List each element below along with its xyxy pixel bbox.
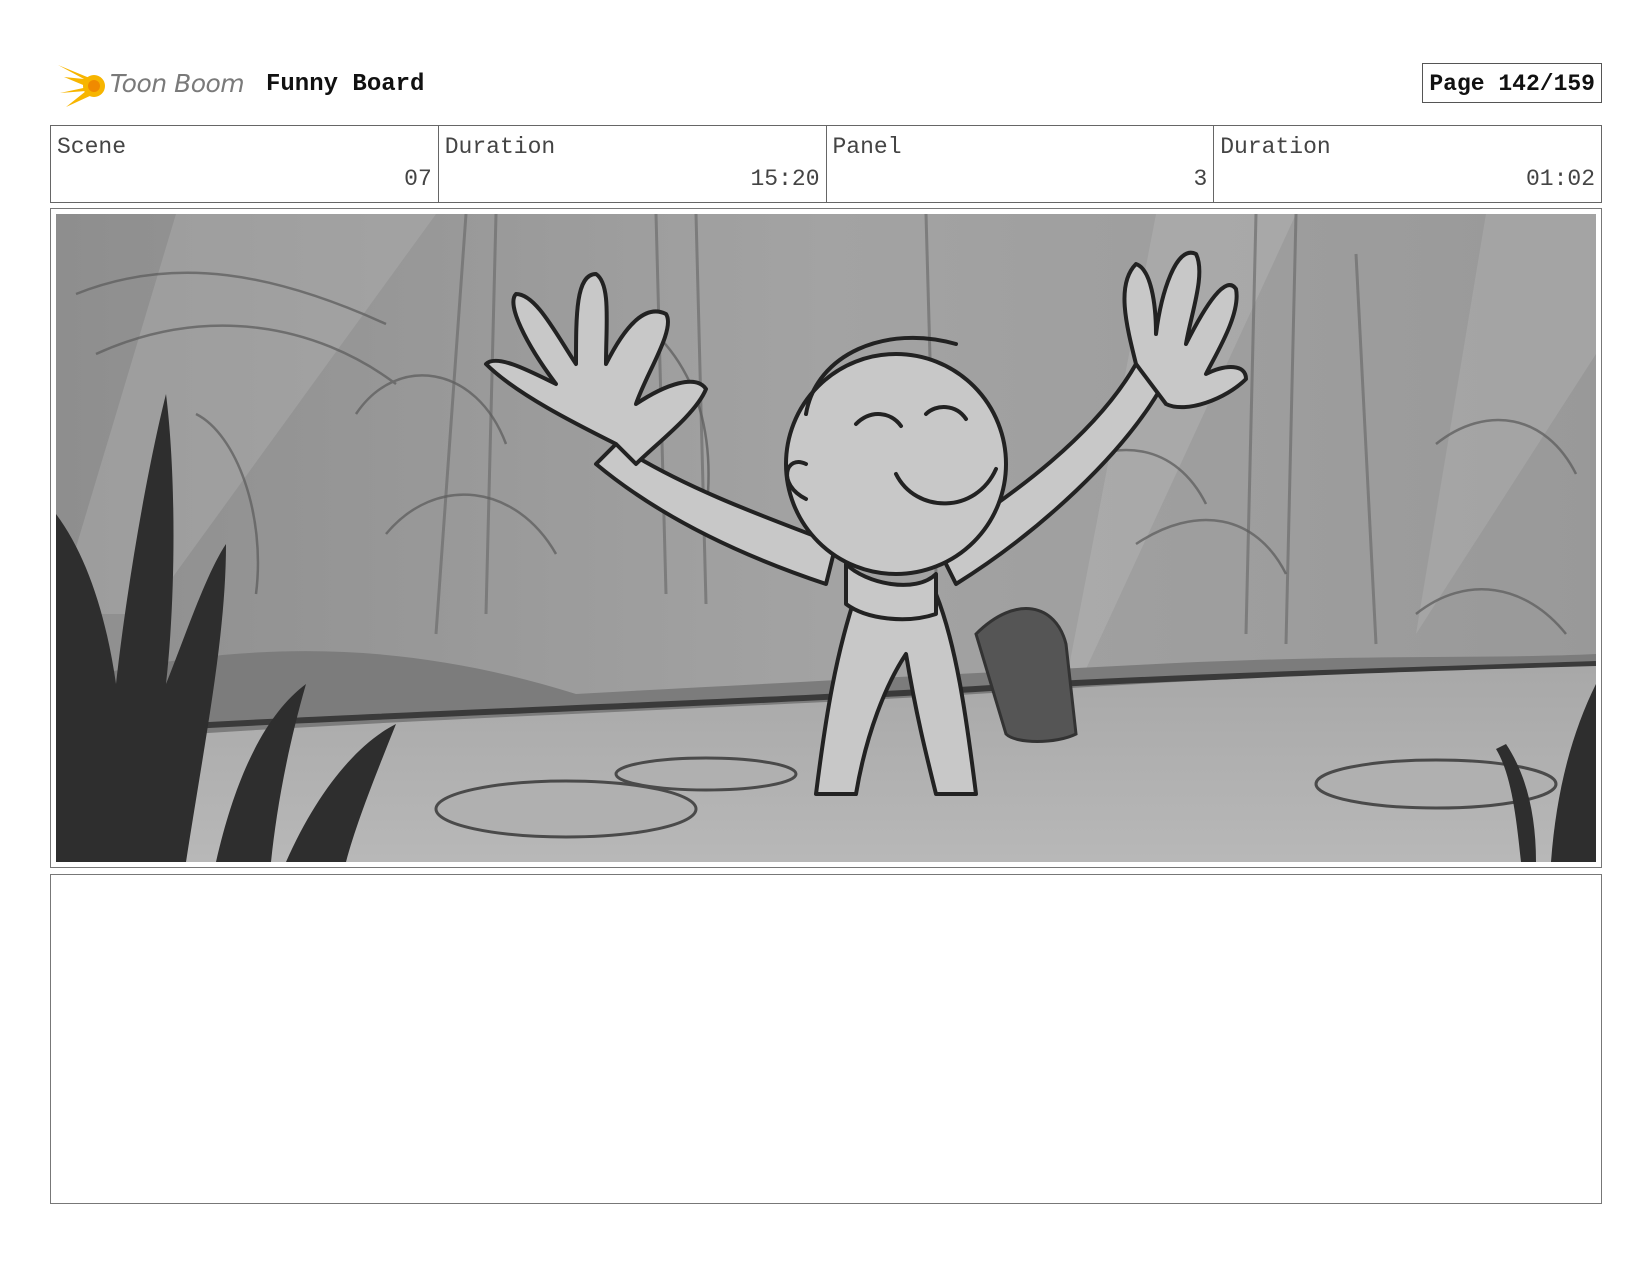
scene-duration-label: Duration <box>444 134 556 160</box>
logo-text: Toon Boom <box>110 69 245 98</box>
scene-duration-value: 15:20 <box>750 166 820 192</box>
panel-value: 3 <box>1193 166 1208 192</box>
panel-drawing <box>56 214 1596 862</box>
starburst-icon <box>58 65 105 107</box>
panel-duration-label: Duration <box>1220 134 1331 160</box>
panel-cell: Panel 3 <box>827 126 1215 202</box>
panel-duration-value: 01:02 <box>1525 166 1595 192</box>
panel-notes-box[interactable] <box>50 874 1602 1204</box>
scene-value: 07 <box>404 166 432 192</box>
storyboard-panel <box>50 208 1602 868</box>
panel-duration-cell: Duration 01:02 <box>1214 126 1601 202</box>
scene-label: Scene <box>57 134 127 160</box>
toon-boom-logo: Toon Boom <box>54 57 254 113</box>
scene-info-table: Scene 07 Duration 15:20 Panel 3 Duration… <box>50 125 1602 203</box>
page-number: Page 142/159 <box>1422 63 1602 103</box>
panel-label: Panel <box>832 134 902 160</box>
project-title: Funny Board <box>266 71 425 98</box>
storyboard-header: Toon Boom Funny Board Page 142/159 <box>50 55 1602 115</box>
scene-duration-cell: Duration 15:20 <box>439 126 827 202</box>
scene-cell: Scene 07 <box>51 126 439 202</box>
